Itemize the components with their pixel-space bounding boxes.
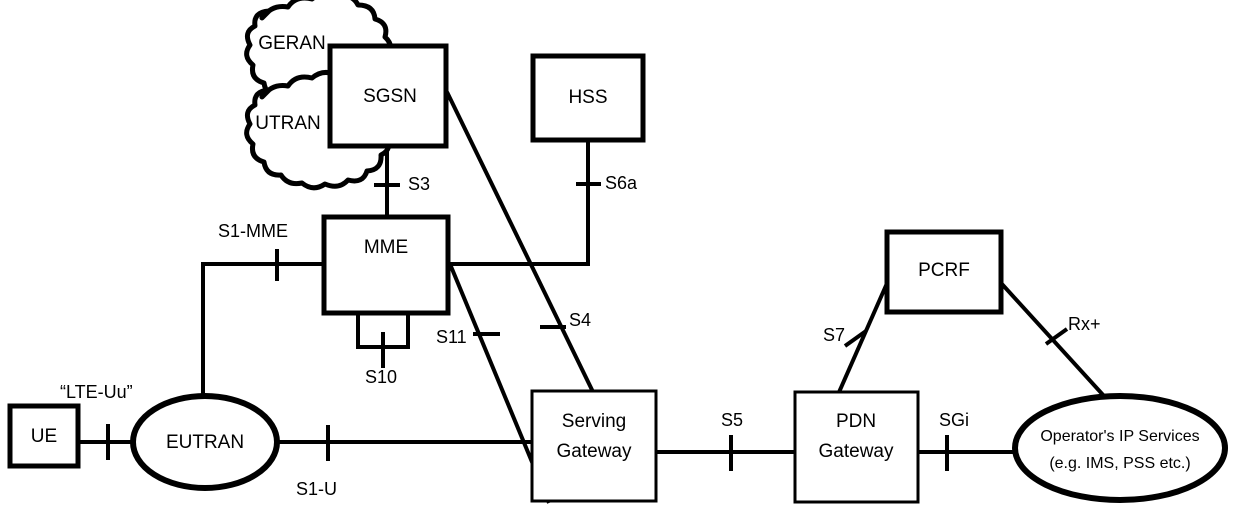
- line-s1mme: [201, 262, 324, 400]
- label-s7: S7: [823, 325, 845, 345]
- serving-gateway-label-line1: Serving: [562, 411, 626, 432]
- label-s3: S3: [408, 174, 430, 194]
- geran-label: GERAN: [258, 33, 326, 54]
- diagram-canvas: GERAN UTRAN SGSN HSS MME PCRF UE EUTRAN …: [7, 0, 1228, 504]
- label-s5: S5: [721, 410, 743, 430]
- eutran-label: EUTRAN: [166, 432, 244, 453]
- pcrf-label: PCRF: [918, 260, 970, 281]
- line-s6a: [448, 139, 590, 266]
- pdn-gateway-label-line1: PDN: [836, 411, 876, 432]
- label-s6a: S6a: [605, 173, 638, 193]
- network-architecture-diagram: GERAN UTRAN SGSN HSS MME PCRF UE EUTRAN …: [0, 0, 1240, 531]
- label-rx-plus: Rx+: [1068, 314, 1101, 334]
- mme-box: [321, 214, 451, 316]
- label-lte-uu: “LTE-Uu”: [60, 382, 133, 402]
- mme-label: MME: [364, 237, 408, 258]
- services-ellipse: [1012, 393, 1228, 503]
- pdn-gateway-label-line2: Gateway: [819, 441, 894, 462]
- label-s11: S11: [436, 327, 467, 347]
- serving-gateway-label-line2: Gateway: [557, 441, 632, 462]
- ue-label: UE: [31, 426, 57, 447]
- label-s4: S4: [569, 310, 591, 330]
- hss-label: HSS: [568, 87, 607, 108]
- sgsn-label: SGSN: [363, 86, 417, 107]
- label-s1-u: S1-U: [296, 479, 337, 499]
- label-s10: S10: [365, 367, 397, 387]
- services-label-line2: (e.g. IMS, PSS etc.): [1049, 455, 1190, 472]
- label-sgi: SGi: [939, 410, 969, 430]
- utran-label: UTRAN: [255, 113, 320, 134]
- services-label-line1: Operator's IP Services: [1040, 428, 1199, 445]
- label-s1-mme: S1-MME: [218, 221, 288, 241]
